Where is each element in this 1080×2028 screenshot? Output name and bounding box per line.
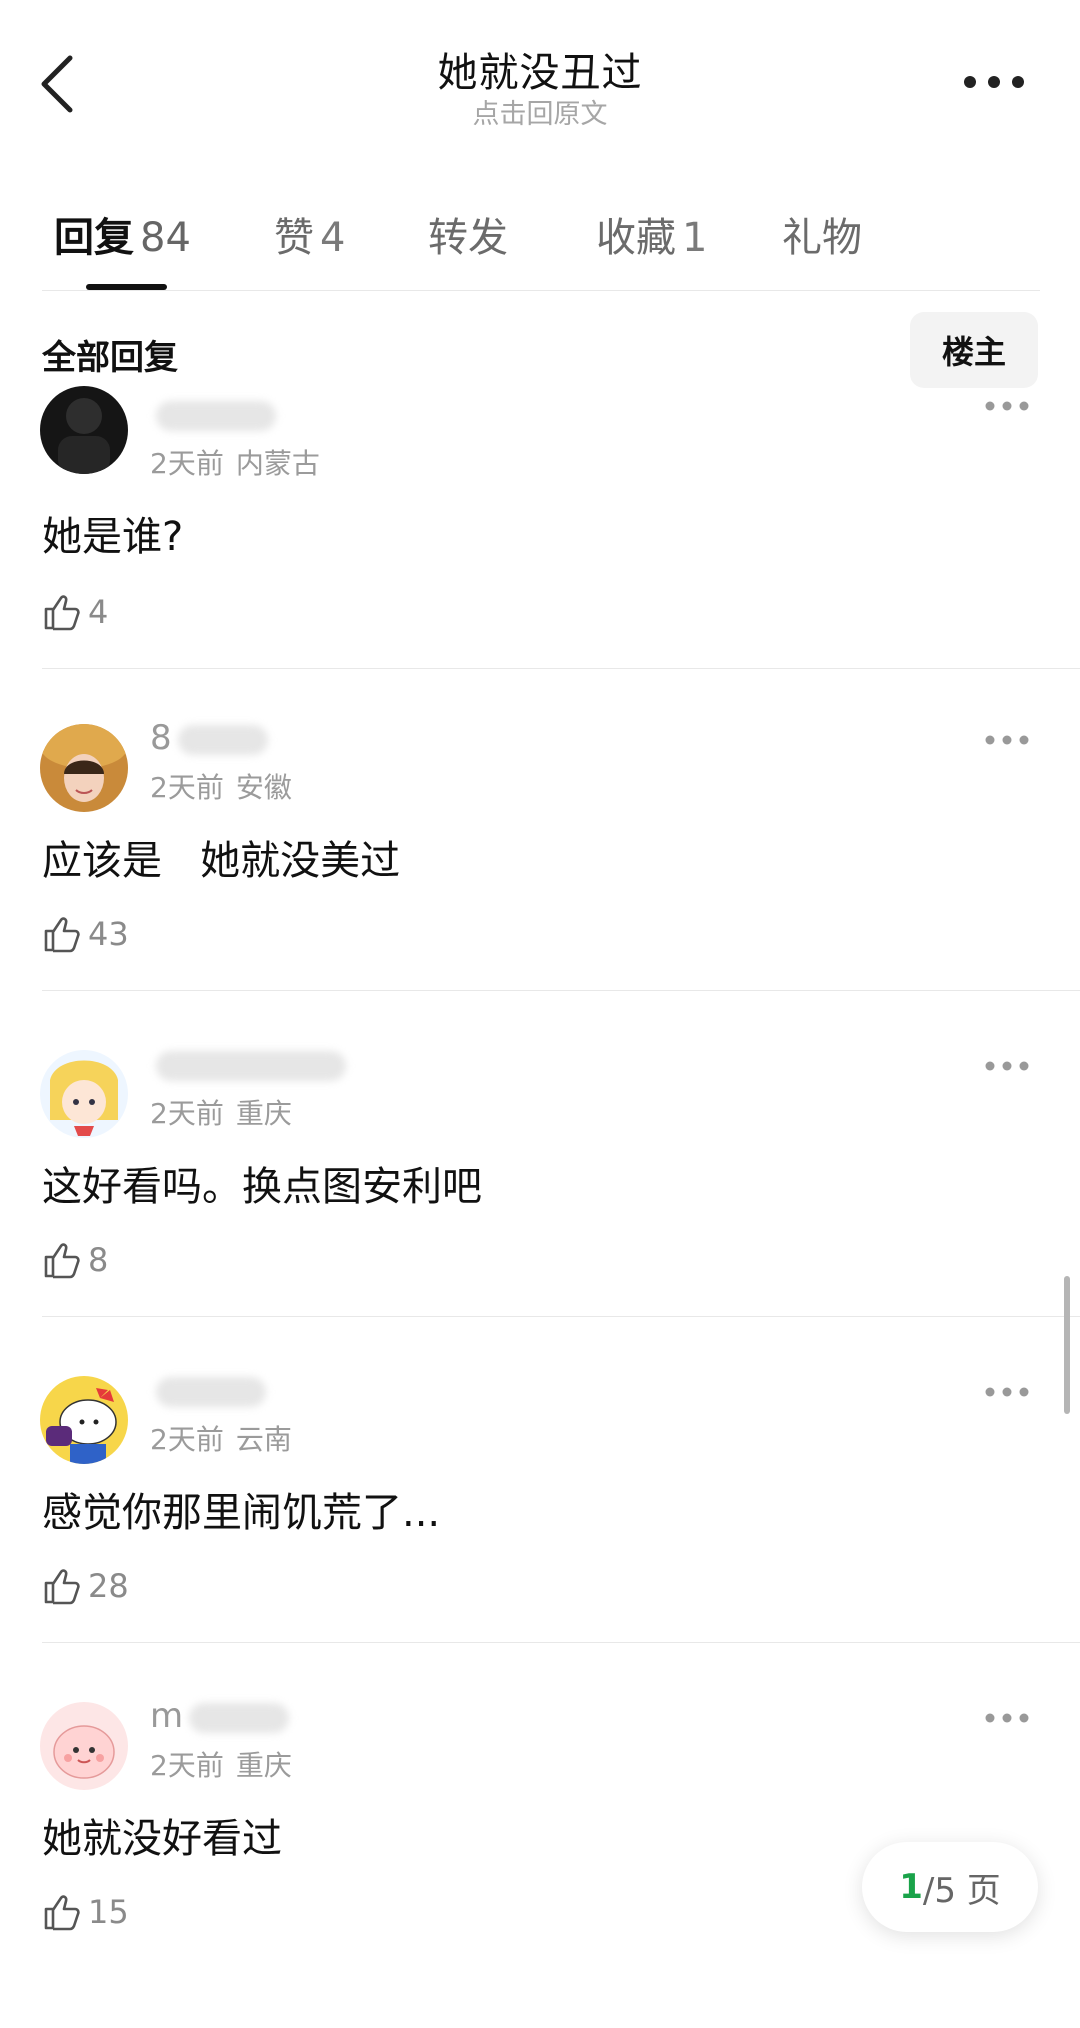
username-blur [156, 1050, 346, 1081]
current-page: 1 [899, 1867, 923, 1907]
avatar[interactable] [40, 1702, 128, 1790]
tab-count: 4 [320, 215, 346, 261]
like-count: 8 [88, 1241, 109, 1279]
comment-more-button[interactable] [984, 730, 1030, 750]
comment-time: 2天前 [150, 771, 224, 804]
thumbs-up-icon [44, 917, 80, 953]
tab-label: 转发 [428, 215, 508, 261]
comment-item: 2天前 云南 感觉你那里闹饥荒了... 28 [0, 1376, 1080, 1702]
comment-item: 2天前 重庆 这好看吗。换点图安利吧 8 [0, 1050, 1080, 1376]
username[interactable] [150, 1370, 266, 1410]
comment-time: 2天前 [150, 1749, 224, 1782]
like-button[interactable]: 43 [42, 910, 129, 958]
comment-meta: 2天前 云南 [150, 1418, 292, 1458]
thumbs-up-icon [44, 1895, 80, 1931]
more-dots-icon [985, 1387, 1029, 1397]
total-pages: /5 页 [922, 1870, 1001, 1911]
comment-text: 这好看吗。换点图安利吧 [42, 1164, 482, 1210]
tab-gifts[interactable]: 礼物 [782, 205, 862, 263]
tab-replies[interactable]: 回复 84 [54, 205, 191, 263]
tab-likes[interactable]: 赞4 [274, 205, 345, 263]
username-blur [189, 1702, 290, 1733]
comment-location: 安徽 [235, 771, 292, 804]
comment-location: 内蒙古 [235, 447, 320, 480]
comment-location: 云南 [235, 1423, 292, 1456]
username[interactable] [150, 1044, 346, 1084]
comment-more-button[interactable] [984, 1708, 1030, 1728]
username[interactable]: 8 [150, 718, 268, 758]
tab-count: 84 [140, 215, 191, 261]
comment-meta: 2天前 内蒙古 [150, 442, 320, 482]
scrollbar[interactable] [1064, 1276, 1070, 1414]
more-dots-icon [964, 76, 1024, 88]
more-options-button[interactable] [958, 64, 1030, 100]
avatar[interactable] [40, 724, 128, 812]
more-dots-icon [985, 401, 1029, 411]
like-button[interactable]: 15 [42, 1888, 129, 1936]
like-button[interactable]: 8 [42, 1236, 108, 1284]
username-text: 8 [150, 718, 172, 758]
divider [42, 990, 1080, 991]
divider [42, 1642, 1080, 1643]
section-title: 全部回复 [42, 338, 178, 378]
tab-favorites[interactable]: 收藏 1 [596, 205, 707, 263]
like-count: 28 [88, 1567, 129, 1605]
avatar[interactable] [40, 1050, 128, 1138]
avatar[interactable] [40, 1376, 128, 1464]
comment-time: 2天前 [150, 1423, 224, 1456]
like-count: 15 [88, 1893, 129, 1931]
back-to-original-link[interactable]: 点击回原文 [0, 92, 1080, 131]
comment-more-button[interactable] [984, 396, 1030, 416]
page-indicator-button[interactable]: 1/5 页 [862, 1842, 1038, 1932]
comment-location: 重庆 [235, 1749, 292, 1782]
comment-text: 感觉你那里闹饥荒了... [42, 1490, 441, 1536]
divider [42, 290, 1040, 291]
avatar[interactable] [40, 386, 128, 474]
tab-label: 回复 [54, 215, 134, 261]
like-button[interactable]: 4 [42, 588, 108, 636]
more-dots-icon [985, 735, 1029, 745]
username[interactable]: m [150, 1696, 290, 1736]
comment-meta: 2天前 重庆 [150, 1744, 292, 1784]
tab-label: 礼物 [782, 215, 862, 261]
more-dots-icon [985, 1061, 1029, 1071]
divider [42, 1316, 1080, 1317]
comment-meta: 2天前 安徽 [150, 766, 292, 806]
comment-more-button[interactable] [984, 1382, 1030, 1402]
divider [42, 668, 1080, 669]
username[interactable] [150, 394, 276, 434]
comment-time: 2天前 [150, 1097, 224, 1130]
tab-count: 1 [682, 215, 708, 261]
username-blur [156, 400, 276, 431]
tab-label: 收藏 [596, 215, 676, 261]
comment-item: 2天前 内蒙古 她是谁? 4 [0, 386, 1080, 712]
comment-text: 应该是 她就没美过 [42, 838, 401, 884]
thumbs-up-icon [44, 595, 80, 631]
page-title: 她就没丑过 [437, 50, 643, 96]
username-text: m [150, 1696, 184, 1736]
comment-text: 她就没好看过 [42, 1816, 282, 1862]
thumbs-up-icon [44, 1243, 80, 1279]
more-dots-icon [985, 1713, 1029, 1723]
comment-location: 重庆 [235, 1097, 292, 1130]
comment-item: 8 2天前 安徽 应该是 她就没美过 43 [0, 718, 1080, 1050]
comment-time: 2天前 [150, 447, 224, 480]
like-count: 4 [88, 593, 109, 631]
thumbs-up-icon [44, 1569, 80, 1605]
username-blur [156, 1376, 266, 1407]
comment-text: 她是谁? [42, 514, 184, 560]
like-button[interactable]: 28 [42, 1562, 129, 1610]
tab-reposts[interactable]: 转发 [428, 205, 508, 263]
tab-label: 赞 [274, 215, 314, 261]
comment-more-button[interactable] [984, 1056, 1030, 1076]
username-blur [177, 724, 268, 755]
comment-meta: 2天前 重庆 [150, 1092, 292, 1132]
like-count: 43 [88, 915, 129, 953]
op-filter-button[interactable]: 楼主 [910, 312, 1038, 388]
